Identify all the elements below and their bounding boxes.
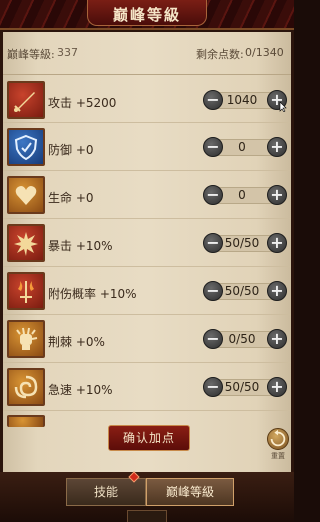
attribute-row-haste: 急速 +10% 50/50 − +: [3, 368, 291, 412]
confirm-allocation-button[interactable]: 确认加点: [108, 425, 190, 451]
increase-button[interactable]: +: [267, 329, 287, 349]
page-title: 巅峰等級: [112, 6, 181, 24]
stats-row: 巅峰等級: 337 剩余点数: 0/1340: [3, 46, 291, 64]
attribute-row-defense: 防御 +0 0 − +: [3, 128, 291, 172]
attribute-label: 攻击 +5200: [48, 96, 117, 110]
decrease-button[interactable]: −: [203, 281, 223, 301]
decrease-button[interactable]: −: [203, 329, 223, 349]
row-separator: [3, 362, 291, 363]
reset-icon: [270, 429, 286, 447]
attribute-label: 暴击 +10%: [48, 239, 113, 253]
decrease-button[interactable]: −: [203, 185, 223, 205]
bottom-ornament: [127, 510, 167, 522]
increase-button[interactable]: +: [267, 185, 287, 205]
footer-area: 确认加点 重置: [3, 410, 291, 472]
attribute-label: 附伤概率 +10%: [48, 287, 137, 301]
peak-level-value: 337: [57, 46, 78, 59]
sword-icon: [7, 81, 45, 119]
increase-button[interactable]: +: [267, 137, 287, 157]
increase-button[interactable]: +: [267, 233, 287, 253]
attribute-row-attack: 攻击 +5200 1040 − +: [3, 81, 291, 125]
decrease-button[interactable]: −: [203, 377, 223, 397]
row-separator: [3, 218, 291, 219]
peak-level-label: 巅峰等級:: [7, 48, 55, 61]
reset-button[interactable]: [267, 428, 289, 450]
remaining-points-label: 剩余点数:: [196, 48, 244, 61]
burst-icon: [7, 224, 45, 262]
tab-peak-level[interactable]: 巅峰等級: [146, 478, 234, 506]
decrease-button[interactable]: −: [203, 233, 223, 253]
attribute-row-extra-damage: 附伤概率 +10% 50/50 − +: [3, 272, 291, 316]
swirl-icon: [7, 368, 45, 406]
sword-fire-icon: [7, 272, 45, 310]
decrease-button[interactable]: −: [203, 90, 223, 110]
divider: [3, 74, 291, 75]
reset-label: 重置: [271, 452, 285, 460]
increase-button[interactable]: +: [267, 281, 287, 301]
row-separator: [3, 122, 291, 123]
row-separator: [3, 266, 291, 267]
thorn-fist-icon: [7, 320, 45, 358]
heart-icon: [7, 176, 45, 214]
shield-icon: [7, 128, 45, 166]
attribute-row-life: 生命 +0 0 − +: [3, 176, 291, 220]
attribute-label: 生命 +0: [48, 191, 94, 205]
attribute-panel: 巅峰等級: 337 剩余点数: 0/1340 攻击 +5200 1040 − +…: [3, 32, 291, 472]
increase-button[interactable]: +: [267, 377, 287, 397]
attribute-label: 急速 +10%: [48, 383, 113, 397]
bottom-tab-bar: 技能 巅峰等級: [0, 471, 294, 522]
attribute-row-thorns: 荆棘 +0% 0/50 − +: [3, 320, 291, 364]
decrease-button[interactable]: −: [203, 137, 223, 157]
attribute-label: 荆棘 +0%: [48, 335, 105, 349]
row-separator: [3, 314, 291, 315]
remaining-points-value: 0/1340: [245, 46, 284, 59]
cursor-icon: [279, 102, 287, 112]
row-separator: [3, 170, 291, 171]
title-bar: 巅峰等級: [0, 0, 294, 30]
attribute-label: 防御 +0: [48, 143, 94, 157]
game-frame: 巅峰等級 巅峰等級: 337 剩余点数: 0/1340 攻击 +5200 104…: [0, 0, 294, 522]
attribute-row-crit: 暴击 +10% 50/50 − +: [3, 224, 291, 268]
